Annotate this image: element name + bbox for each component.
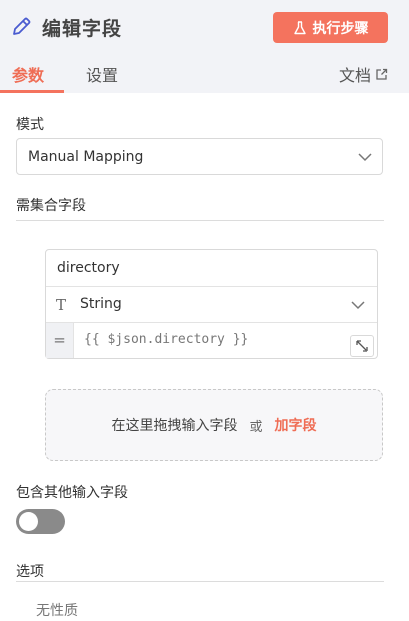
external-link-icon [376,68,388,80]
tab-parameters[interactable]: 参数 [12,62,44,86]
execute-step-label: 执行步骤 [312,20,369,37]
toggle-knob [19,512,38,531]
dropzone-or: 或 [249,419,263,435]
active-tab-indicator [0,90,64,93]
chevron-down-icon[interactable] [351,301,365,310]
card-divider [46,322,377,323]
fields-section-label: 需集合字段 [16,198,86,214]
card-divider [46,286,377,287]
tab-settings[interactable]: 设置 [86,62,118,86]
options-divider [16,581,384,582]
no-properties-text: 无性质 [36,603,78,619]
field-dropzone[interactable]: 在这里拖拽输入字段 或 加字段 [45,389,383,461]
execute-step-button[interactable]: 执行步骤 [273,12,388,43]
mode-select[interactable]: Manual Mapping [16,138,383,175]
pencil-icon[interactable] [10,16,32,38]
flask-icon [293,20,306,34]
include-other-toggle[interactable] [16,509,65,534]
section-divider [16,220,384,221]
field-type-select[interactable]: String [80,296,122,312]
docs-label: 文档 [338,66,371,85]
options-label: 选项 [16,564,44,580]
expand-icon [356,340,368,352]
expression-equals-sign: = [46,323,74,358]
title-row: 编辑字段 [10,10,122,44]
include-other-label: 包含其他输入字段 [16,485,128,501]
page-title: 编辑字段 [42,17,123,40]
field-name-input[interactable]: directory [57,260,120,276]
docs-link[interactable]: 文档 [339,62,388,86]
panel-header: 编辑字段 执行步骤 参数 设置 文档 [0,0,409,93]
mode-value: Manual Mapping [28,149,144,165]
expand-expression-button[interactable] [350,335,374,357]
field-card: directory T String = {{ $json.directory … [45,249,378,359]
add-field-link[interactable]: 加字段 [275,415,317,435]
field-value-expression[interactable]: {{ $json.directory }} [84,332,248,347]
text-type-icon: T [56,296,67,314]
mode-label: 模式 [16,117,44,133]
chevron-down-icon [358,153,372,162]
dropzone-text: 在这里拖拽输入字段 [111,418,238,434]
